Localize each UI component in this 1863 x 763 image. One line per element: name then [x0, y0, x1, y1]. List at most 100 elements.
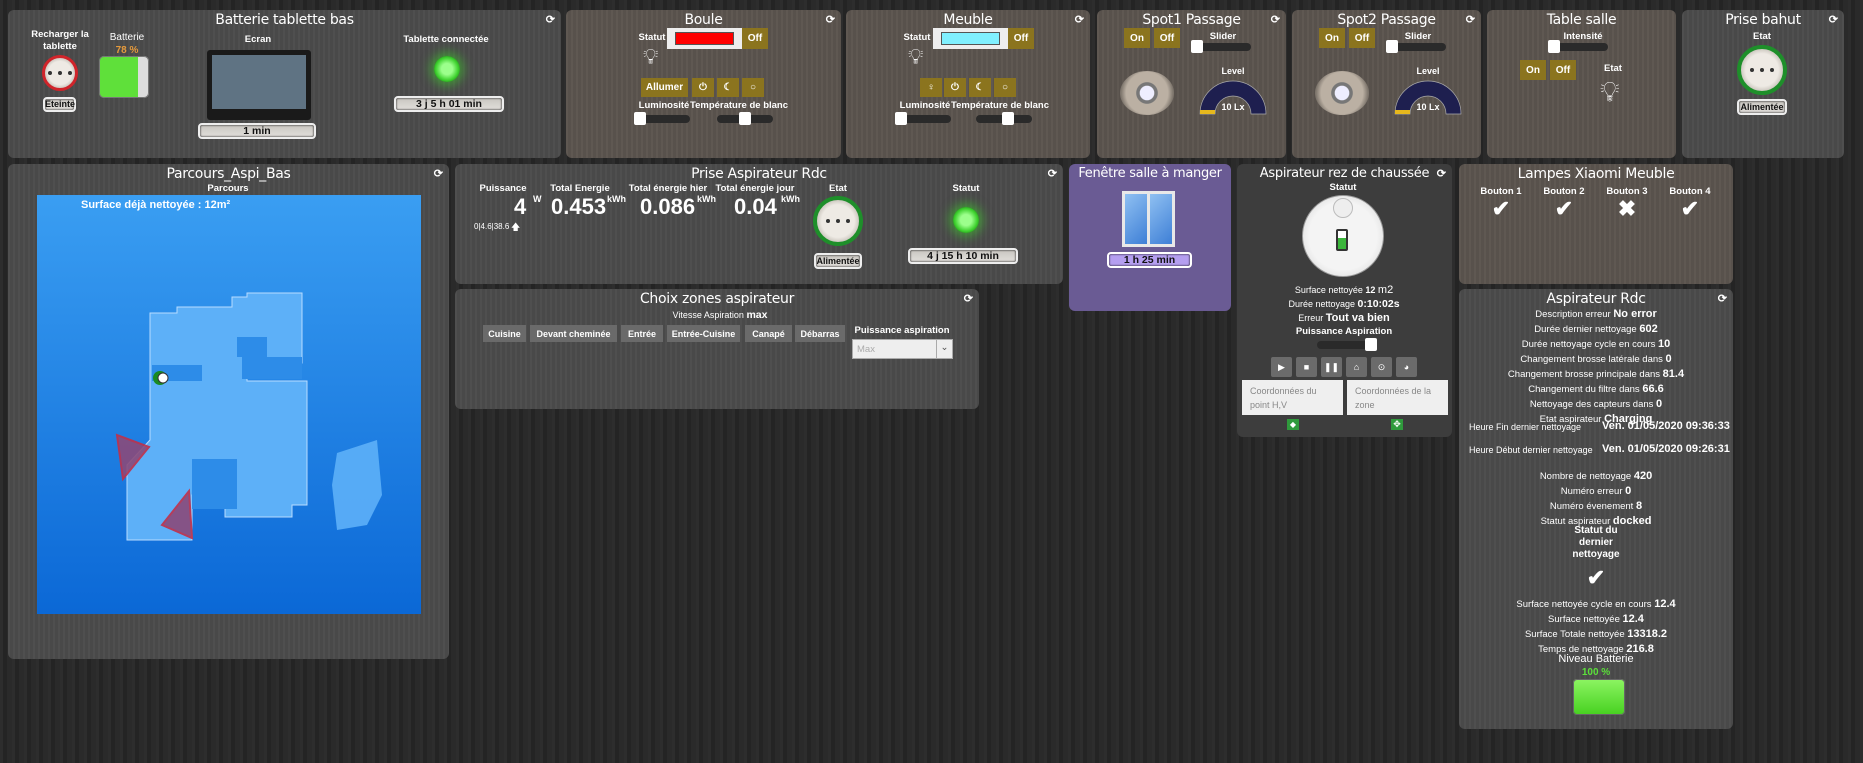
info-list-1: Description erreur No error Durée dernier… [1459, 307, 1733, 427]
pause-icon[interactable]: ❚❚ [1321, 357, 1342, 377]
off-button[interactable]: Off [1008, 28, 1034, 49]
tile-title: Table salle [1546, 12, 1617, 28]
refresh-icon[interactable]: ⟳ [964, 292, 973, 305]
refresh-icon[interactable]: ⟳ [826, 13, 835, 26]
zone-button-entree[interactable]: Entrée [621, 325, 663, 342]
color-picker[interactable] [933, 28, 1008, 49]
check-icon[interactable]: ✔ [1492, 196, 1510, 222]
off-button[interactable]: Off [742, 28, 768, 49]
refresh-icon[interactable]: ⟳ [1437, 167, 1446, 180]
info-label: Changement brosse latérale dans [1520, 354, 1663, 365]
tile-choix-zones: Choix zones aspirateur ⟳ Vitesse Aspirat… [455, 289, 979, 409]
tile-title: Parcours_Aspi_Bas [166, 166, 291, 182]
zone-button-devant-cheminee[interactable]: Devant cheminée [530, 325, 617, 342]
spotlight-icon [1315, 71, 1369, 115]
vacuum-map[interactable]: Surface déjà nettoyée : 12m² [37, 195, 421, 614]
info-label: Durée nettoyage cycle en cours [1521, 339, 1656, 350]
kwh-unit: kWh [697, 194, 716, 204]
puissance-slider[interactable] [1317, 338, 1377, 351]
refresh-icon[interactable]: ⟳ [1718, 292, 1727, 305]
puissance-select[interactable]: Max ⌄ [852, 339, 953, 359]
allumer-button[interactable]: Allumer [641, 78, 688, 97]
surface-unit: m2 [1377, 284, 1394, 296]
zone-button-cuisine[interactable]: Cuisine [483, 325, 526, 342]
send-point-icon[interactable]: ◆ [1287, 419, 1299, 430]
info-label: Nettoyage des capteurs dans [1529, 399, 1654, 410]
duree-value: 0:10:02s [1357, 298, 1400, 310]
refresh-icon[interactable]: ⟳ [1829, 13, 1838, 26]
bulb-button-icon[interactable]: ♀ [920, 78, 942, 97]
check-icon[interactable]: ✔ [1681, 196, 1699, 222]
zone-coordinates-input[interactable]: Coordonnées de la zone [1347, 380, 1448, 415]
tile-meuble: Meuble ⟳ Statut 💡︎ Off ♀ ⏻ ☾ ○ Luminosit… [846, 10, 1090, 158]
home-icon[interactable]: ⌂ [1346, 357, 1367, 377]
moon-icon[interactable]: ☾ [969, 78, 991, 97]
on-button[interactable]: On [1124, 28, 1150, 48]
off-button[interactable]: Off [1349, 28, 1375, 48]
zone-button-canape[interactable]: Canapé [745, 325, 792, 342]
socket-icon[interactable] [1737, 45, 1787, 95]
refresh-icon[interactable]: ⟳ [1466, 13, 1475, 26]
info-list-2: Nombre de nettoyage 420 Numéro erreur 0 Nu… [1459, 469, 1733, 529]
intensite-slider[interactable] [1548, 40, 1608, 53]
check-icon[interactable]: ✔ [1555, 196, 1573, 222]
tile-spot1: Spot1 Passage ⟳ On Off Slider Level 10 L… [1097, 10, 1286, 158]
off-button[interactable]: Off [1154, 28, 1180, 48]
info-value: 420 [1633, 470, 1653, 482]
battery-icon [1573, 679, 1625, 715]
parcours-label: Parcours [207, 183, 249, 194]
tile-title: Batterie tablette bas [215, 12, 354, 28]
spot-clean-icon[interactable]: ⊙ [1371, 357, 1392, 377]
puissance-value: 4 [514, 194, 527, 219]
zone-button-entree-cuisine[interactable]: Entrée-Cuisine [667, 325, 740, 342]
on-button[interactable]: On [1319, 28, 1345, 48]
info-row: Nombre de nettoyage 420 [1459, 469, 1733, 484]
etat-button[interactable]: Alimentée [814, 253, 862, 269]
refresh-icon[interactable]: ⟳ [1075, 13, 1084, 26]
temperature-slider[interactable] [976, 112, 1032, 125]
heure-fin-value: Ven. 01/05/2020 09:36:33 [1602, 420, 1730, 432]
tile-title: Fenêtre salle à manger [1078, 166, 1222, 181]
moon-icon[interactable]: ☾ [717, 78, 739, 97]
socket-icon[interactable] [42, 55, 78, 91]
stop-icon[interactable]: ■ [1296, 357, 1317, 377]
info-label: Surface nettoyée [1548, 614, 1620, 625]
power-icon[interactable]: ⏻ [692, 78, 714, 97]
send-zone-icon[interactable]: ✥ [1391, 419, 1403, 430]
refresh-icon[interactable]: ⟳ [546, 13, 555, 26]
tile-lampes-xiaomi: Lampes Xiaomi Meuble Bouton 1 ✔ Bouton 2… [1459, 164, 1733, 284]
tile-title: Spot2 Passage [1337, 12, 1436, 28]
refresh-icon[interactable]: ⟳ [434, 167, 443, 180]
luminosite-slider[interactable] [895, 112, 951, 125]
robot-vacuum-icon [1302, 195, 1384, 277]
battery-charging-icon [1336, 229, 1348, 251]
recharger-state-button[interactable]: Eteinte [43, 97, 76, 112]
socket-icon[interactable] [813, 196, 863, 246]
temperature-slider[interactable] [717, 112, 773, 125]
cross-icon[interactable]: ✖ [1618, 196, 1636, 222]
on-button[interactable]: On [1520, 60, 1546, 80]
power-icon[interactable]: ⏻ [944, 78, 966, 97]
play-icon[interactable]: ▶ [1271, 357, 1292, 377]
spot-slider[interactable] [1191, 40, 1251, 53]
tile-prise-aspirateur: Prise Aspirateur Rdc ⟳ Puissance 4 W 0|4… [455, 164, 1063, 284]
spot-slider[interactable] [1386, 40, 1446, 53]
info-value: No error [1613, 308, 1657, 320]
jour-value: 0.04 [734, 194, 777, 219]
point-coordinates-input[interactable]: Coordonnées du point H,V [1242, 380, 1343, 415]
info-value: 12.4 [1622, 613, 1644, 625]
info-value: 13318.2 [1627, 628, 1668, 640]
puissance-selected: Max [857, 344, 875, 355]
etat-button[interactable]: Alimentée [1737, 99, 1787, 115]
refresh-icon[interactable]: ⟳ [1271, 13, 1280, 26]
sun-icon[interactable]: ○ [994, 78, 1016, 97]
zone-button-debarras[interactable]: Débarras [795, 325, 845, 342]
puissance-label: Puissance aspiration [854, 325, 950, 336]
locate-icon[interactable]: ◕ [1396, 357, 1417, 377]
off-button[interactable]: Off [1550, 60, 1576, 80]
sun-icon[interactable]: ○ [742, 78, 764, 97]
luminosite-slider[interactable] [634, 112, 690, 125]
refresh-icon[interactable]: ⟳ [1048, 167, 1057, 180]
tile-title: Boule [684, 12, 723, 28]
color-picker[interactable] [667, 28, 742, 49]
